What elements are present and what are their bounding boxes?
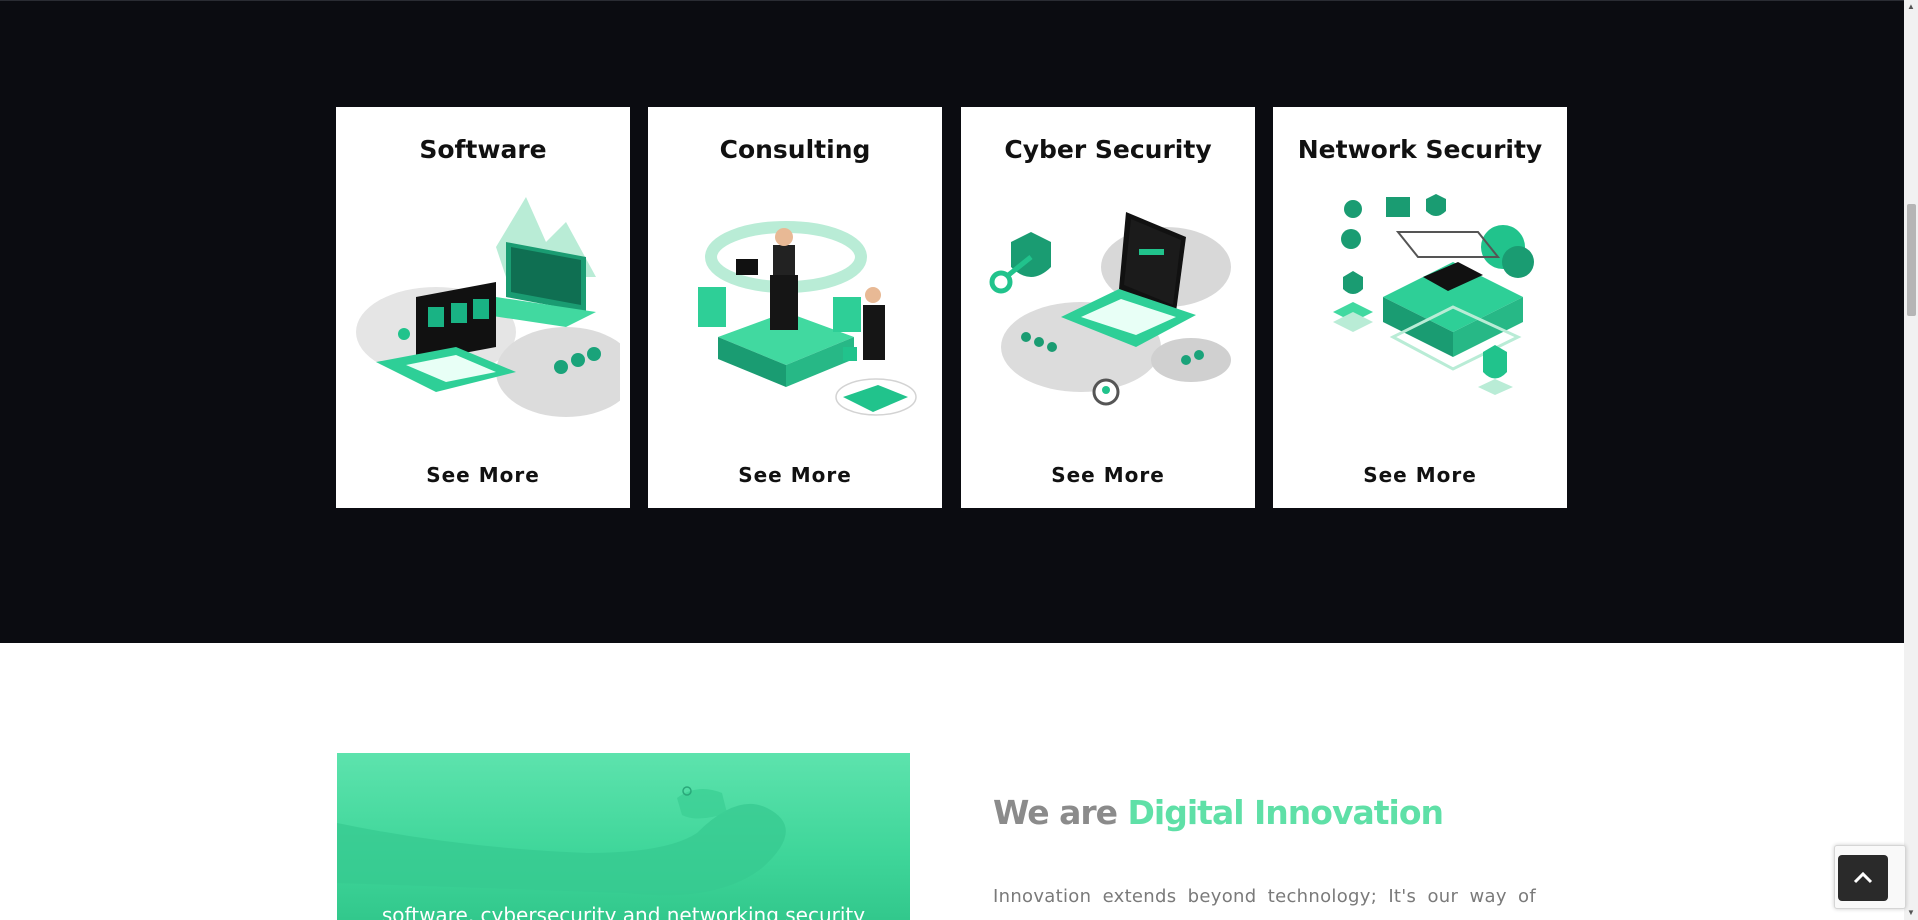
heading-part-2: Digital Innovation: [1127, 793, 1444, 832]
service-card-cyber-security[interactable]: Cyber Security See More: [961, 107, 1255, 508]
image-caption: software, cybersecurity and networking s…: [381, 903, 866, 920]
about-paragraph: Innovation extends beyond technology; It…: [993, 886, 1536, 907]
card-title: Network Security: [1297, 135, 1543, 164]
services-section: Software See More Consulting See More Cy…: [0, 0, 1904, 643]
cyber-security-illustration: [989, 212, 1231, 406]
service-card-network-security[interactable]: Network Security See More: [1273, 107, 1567, 508]
card-title: Software: [419, 135, 547, 164]
about-image: software, cybersecurity and networking s…: [337, 753, 910, 920]
hand-photo-overlay: [337, 786, 786, 896]
heading-part-1: We are: [993, 793, 1118, 832]
about-heading: We are Digital Innovation: [993, 793, 1444, 832]
software-illustration: [356, 197, 620, 417]
service-card-consulting[interactable]: Consulting See More: [648, 107, 942, 508]
consulting-illustration: [698, 221, 917, 416]
see-more-link[interactable]: See More: [1273, 463, 1567, 487]
back-to-top-button[interactable]: [1838, 855, 1888, 901]
see-more-link[interactable]: See More: [961, 463, 1255, 487]
see-more-link[interactable]: See More: [336, 463, 630, 487]
card-title: Cyber Security: [1004, 135, 1212, 164]
card-title: Consulting: [719, 135, 871, 164]
chevron-up-icon: [1853, 871, 1873, 884]
see-more-link[interactable]: See More: [648, 463, 942, 487]
network-security-illustration: [1333, 194, 1534, 395]
scroll-down-arrow-icon[interactable]: ▼: [1904, 906, 1918, 920]
scroll-thumb[interactable]: [1907, 204, 1916, 316]
service-card-software[interactable]: Software See More: [336, 107, 630, 508]
scroll-up-arrow-icon[interactable]: ▲: [1904, 0, 1918, 14]
page-scrollbar[interactable]: ▲ ▼: [1904, 0, 1918, 920]
